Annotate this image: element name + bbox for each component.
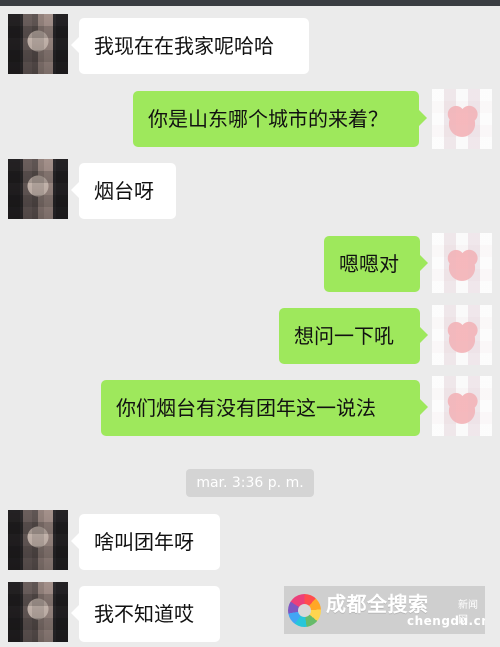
site-logo (288, 594, 321, 627)
message-text: 我不知道哎 (94, 602, 194, 626)
message-timestamp: mar. 3:36 p. m. (186, 469, 314, 497)
contact-avatar[interactable] (8, 582, 68, 642)
contact-avatar[interactable] (8, 159, 68, 219)
message-bubble-sent[interactable]: 你是山东哪个城市的来着？ (133, 91, 427, 147)
contact-avatar[interactable] (8, 510, 68, 570)
message-bubble-received[interactable]: 烟台呀 (71, 163, 176, 219)
watermark-domain: chengdu.cn (407, 614, 485, 628)
my-avatar[interactable] (432, 305, 492, 365)
message-bubble-received[interactable]: 我不知道哎 (71, 586, 220, 642)
my-avatar[interactable] (432, 89, 492, 149)
message-text: 你是山东哪个城市的来着？ (148, 107, 388, 131)
message-bubble-received[interactable]: 我现在在我家呢哈哈 (71, 18, 309, 74)
watermark-title: 成都全搜索 (326, 592, 429, 616)
message-text: 想问一下吼 (294, 324, 394, 348)
site-watermark: 成都全搜索 新闻网 chengdu.cn (284, 586, 485, 634)
top-status-strip (0, 0, 500, 6)
my-avatar[interactable] (432, 233, 492, 293)
message-text: 我现在在我家呢哈哈 (94, 34, 274, 58)
message-bubble-sent[interactable]: 你们烟台有没有团年这一说法 (101, 380, 428, 436)
my-avatar[interactable] (432, 376, 492, 436)
message-bubble-received[interactable]: 啥叫团年呀 (71, 514, 220, 570)
message-bubble-sent[interactable]: 想问一下吼 (279, 308, 428, 364)
contact-avatar[interactable] (8, 14, 68, 74)
message-text: 嗯嗯对 (339, 252, 399, 276)
message-text: 啥叫团年呀 (94, 530, 194, 554)
message-bubble-sent[interactable]: 嗯嗯对 (324, 236, 428, 292)
message-text: 烟台呀 (94, 179, 154, 203)
message-text: 你们烟台有没有团年这一说法 (116, 396, 376, 420)
